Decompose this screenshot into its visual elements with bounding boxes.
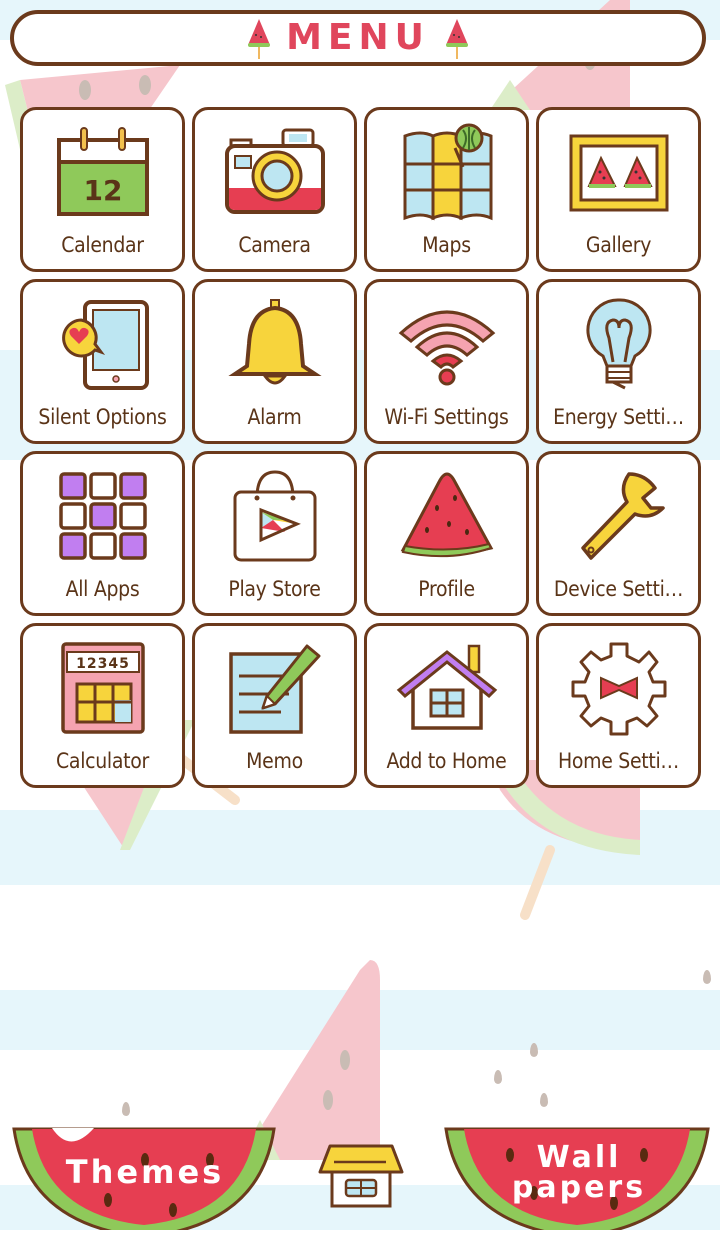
map-icon — [403, 123, 492, 221]
watermelon-popsicle-icon — [248, 19, 271, 59]
calculator-display: 12345 — [76, 656, 130, 672]
tile-all-apps[interactable]: All Apps — [20, 451, 185, 616]
tablet-heart-icon — [61, 300, 149, 390]
notepad-pencil-icon — [228, 644, 320, 734]
seed-decoration — [703, 970, 711, 984]
tile-label: Gallery — [585, 233, 652, 257]
tile-camera[interactable]: Camera — [192, 107, 357, 272]
tile-home-settings[interactable]: Home Setti… — [536, 623, 701, 788]
tile-play-store[interactable]: Play Store — [192, 451, 357, 616]
lightbulb-icon — [585, 298, 652, 390]
tile-calculator[interactable]: 12345 Calculator — [20, 623, 185, 788]
seed-decoration — [540, 1093, 548, 1107]
house-icon — [396, 644, 497, 730]
watermelon-slice-icon — [400, 472, 493, 558]
tile-energy-settings[interactable]: Energy Setti… — [536, 279, 701, 444]
tile-label: Add to Home — [386, 749, 507, 773]
wallpapers-label-line2: papers — [511, 1170, 647, 1205]
gear-bowtie-icon — [571, 642, 666, 736]
grid-icon — [58, 472, 147, 560]
watermelon-popsicle-icon — [445, 19, 468, 59]
tile-label: Profile — [418, 577, 475, 601]
tile-label: Camera — [238, 233, 311, 257]
wrench-icon — [580, 472, 665, 560]
tile-label: Wi-Fi Settings — [384, 405, 509, 429]
tile-device-settings[interactable]: Device Setti… — [536, 451, 701, 616]
calendar-day: 12 — [83, 174, 122, 207]
tile-add-to-home[interactable]: Add to Home — [364, 623, 529, 788]
seed-decoration — [494, 1070, 502, 1084]
wallpapers-label-line1: Wall — [536, 1140, 622, 1175]
menu-grid: 12 Calendar Camera Maps Gallery Silent O… — [20, 107, 701, 788]
house-icon — [318, 1144, 404, 1208]
tile-silent-options[interactable]: Silent Options — [20, 279, 185, 444]
bell-icon — [227, 299, 322, 385]
calculator-icon: 12345 — [60, 642, 145, 734]
tile-label: Play Store — [228, 577, 321, 601]
wallpapers-button[interactable]: Wall papers — [444, 1125, 710, 1234]
tile-label: Home Setti… — [557, 749, 680, 773]
tile-wifi-settings[interactable]: Wi-Fi Settings — [364, 279, 529, 444]
tile-label: Energy Setti… — [553, 405, 684, 429]
shopping-bag-play-icon — [233, 470, 316, 562]
tile-label: Calculator — [56, 749, 149, 773]
tile-label: All Apps — [65, 577, 140, 601]
menu-header: MENU — [10, 10, 706, 66]
picture-frame-icon — [569, 134, 668, 212]
wallpapers-label: Wall papers — [484, 1143, 674, 1203]
tile-label: Silent Options — [38, 405, 167, 429]
tile-maps[interactable]: Maps — [364, 107, 529, 272]
tile-label: Alarm — [247, 405, 302, 429]
home-button[interactable] — [316, 1140, 406, 1210]
tile-label: Calendar — [61, 233, 144, 257]
wifi-icon — [398, 310, 495, 386]
tile-label: Device Setti… — [553, 577, 684, 601]
tile-calendar[interactable]: 12 Calendar — [20, 107, 185, 272]
seed-decoration — [122, 1102, 130, 1116]
tile-profile[interactable]: Profile — [364, 451, 529, 616]
tile-gallery[interactable]: Gallery — [536, 107, 701, 272]
tile-memo[interactable]: Memo — [192, 623, 357, 788]
tile-label: Maps — [422, 233, 471, 257]
themes-button[interactable]: Themes — [10, 1125, 278, 1234]
calendar-icon: 12 — [56, 127, 149, 216]
camera-icon — [224, 128, 325, 214]
tile-alarm[interactable]: Alarm — [192, 279, 357, 444]
tile-label: Memo — [246, 749, 303, 773]
menu-title: MENU — [286, 17, 430, 58]
seed-decoration — [530, 1043, 538, 1057]
themes-label: Themes — [65, 1153, 225, 1191]
